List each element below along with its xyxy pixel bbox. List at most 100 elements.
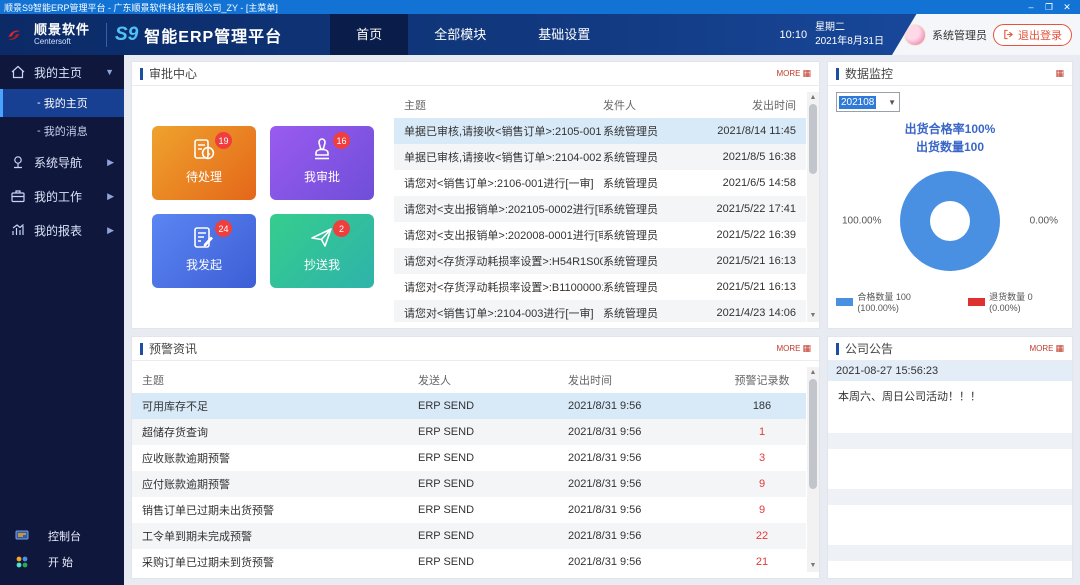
briefcase-icon xyxy=(10,188,26,204)
shipment-qty-headline: 出货数量100 xyxy=(836,138,1064,156)
approval-panel-header: 审批中心 MORE ▦ xyxy=(132,62,819,86)
scroll-up-icon[interactable]: ▲ xyxy=(810,92,817,104)
console-button[interactable]: 控制台 xyxy=(0,523,124,549)
panel-accent-bar xyxy=(140,343,143,355)
monitor-panel-title: 数据监控 xyxy=(845,65,893,82)
table-row[interactable]: 应付账款逾期预警 ERP SEND 2021/8/31 9:56 9 xyxy=(132,471,806,497)
approval-tiles: 19 待处理 16 我审批 xyxy=(132,86,394,328)
table-row[interactable]: 请您对<支出报销单>:202105-0002进行[审核] 系统管理员 2021/… xyxy=(394,196,806,222)
sidebar-group-my-home[interactable]: 我的主页 ▼ xyxy=(0,55,124,89)
scrollbar-thumb[interactable] xyxy=(809,379,817,489)
empty-row xyxy=(828,449,1072,489)
sidebar-group-my-work[interactable]: 我的工作 ▶ xyxy=(0,179,124,213)
start-grid-icon xyxy=(14,554,30,570)
approval-scrollbar[interactable]: ▲ ▼ xyxy=(807,92,819,322)
tile-initiated-by-me[interactable]: 24 我发起 xyxy=(152,214,256,288)
table-row[interactable]: 单据已审核,请接收<销售订单>:2105-001 系统管理员 2021/8/14… xyxy=(394,118,806,144)
period-value: 202108 xyxy=(839,96,876,109)
donut-chart: 100.00% 0.00% xyxy=(836,162,1064,280)
alerts-panel-title: 预警资讯 xyxy=(149,340,197,357)
document-edit-icon xyxy=(191,225,217,251)
clock-time: 10:10 xyxy=(780,29,808,41)
tab-all-modules[interactable]: 全部模块 xyxy=(408,14,512,55)
pending-count-badge: 19 xyxy=(215,132,232,149)
initiated-count-badge: 24 xyxy=(215,220,232,237)
my-approvals-count-badge: 16 xyxy=(333,132,350,149)
monitor-more-button[interactable]: ▦ xyxy=(1055,68,1064,79)
table-row[interactable]: 单据已审核,请接收<销售订单>:2104-002 系统管理员 2021/8/5 … xyxy=(394,144,806,170)
header-divider xyxy=(106,23,107,47)
app-header: 顺景软件 Centersoft S9 智能ERP管理平台 首页 全部模块 基础设… xyxy=(0,14,1080,55)
alerts-more-button[interactable]: MORE ▦ xyxy=(776,343,811,354)
main-content: 审批中心 MORE ▦ 19 待处理 xyxy=(124,55,1080,585)
sidebar-group-my-reports[interactable]: 我的报表 ▶ xyxy=(0,213,124,247)
announcement-more-button[interactable]: MORE ▦ xyxy=(1029,343,1064,354)
tile-my-approvals[interactable]: 16 我审批 xyxy=(270,126,374,200)
legend-item-qualified: 合格数量 100 (100.00%) xyxy=(836,290,952,313)
approval-table-rows: 单据已审核,请接收<销售订单>:2105-001 系统管理员 2021/8/14… xyxy=(394,118,806,322)
announcement-panel-header: 公司公告 MORE ▦ xyxy=(828,337,1072,361)
sidebar-item-my-home[interactable]: - 我的主页 xyxy=(0,89,124,117)
alert-count: 186 xyxy=(718,400,806,412)
table-row[interactable]: 请您对<销售订单>:2106-001进行[一审] 系统管理员 2021/6/5 … xyxy=(394,170,806,196)
app-title: 智能ERP管理平台 xyxy=(144,23,282,47)
logout-button[interactable]: 退出登录 xyxy=(993,24,1072,46)
logout-icon xyxy=(1003,29,1014,40)
announcement-content: 本周六、周日公司活动！！！ xyxy=(828,381,1072,433)
s9-logo: S9 xyxy=(115,24,138,46)
weekday-label: 星期二 xyxy=(815,21,884,35)
table-row[interactable]: 请您对<存货浮动耗损率设置>:H54R1S006002进行[审核] 系统管理员 … xyxy=(394,248,806,274)
main-nav-tabs: 首页 全部模块 基础设置 xyxy=(330,14,616,55)
table-row[interactable]: 请您对<销售订单>:2104-003进行[一审] 系统管理员 2021/4/23… xyxy=(394,300,806,322)
legend-swatch xyxy=(968,298,985,306)
announcement-date[interactable]: 2021-08-27 15:56:23 xyxy=(828,361,1072,381)
table-row[interactable]: 工令单到期未完成预警 ERP SEND 2021/8/31 9:56 22 xyxy=(132,523,806,549)
clipboard-clock-icon xyxy=(191,137,217,163)
alerts-scrollbar[interactable]: ▲ ▼ xyxy=(807,367,819,572)
approval-panel-title: 审批中心 xyxy=(149,65,197,82)
tile-pending[interactable]: 19 待处理 xyxy=(152,126,256,200)
chevron-right-icon: ▶ xyxy=(107,191,114,202)
table-row[interactable]: 可用库存不足 ERP SEND 2021/8/31 9:56 186 xyxy=(132,393,806,419)
console-icon xyxy=(14,528,30,544)
alerts-panel-header: 预警资讯 MORE ▦ xyxy=(132,337,819,361)
tile-label: 抄送我 xyxy=(304,256,340,273)
close-button[interactable]: ✕ xyxy=(1058,0,1076,14)
maximize-button[interactable]: ❐ xyxy=(1040,0,1058,14)
approval-more-button[interactable]: MORE ▦ xyxy=(776,68,811,79)
tab-home[interactable]: 首页 xyxy=(330,14,408,55)
legend-item-returned: 退货数量 0 (0.00%) xyxy=(968,290,1064,313)
tab-basic-settings[interactable]: 基础设置 xyxy=(512,14,616,55)
table-row[interactable]: 采购订单已过期未到货预警 ERP SEND 2021/8/31 9:56 21 xyxy=(132,549,806,572)
alert-count: 3 xyxy=(718,452,806,464)
table-row[interactable]: 销售订单已过期未出货预警 ERP SEND 2021/8/31 9:56 9 xyxy=(132,497,806,523)
scroll-up-icon[interactable]: ▲ xyxy=(810,367,817,379)
alert-count: 21 xyxy=(718,556,806,568)
scroll-down-icon[interactable]: ▼ xyxy=(810,560,817,572)
data-monitor-panel: 数据监控 ▦ 202108 ▼ 出货合格率100% 出货数量100 100.00… xyxy=(827,61,1073,329)
window-title: 顺景S9智能ERP管理平台 - 广东顺景软件科技有限公司_ZY - [主菜单] xyxy=(4,1,1022,14)
sidebar-item-my-messages[interactable]: - 我的消息 xyxy=(0,117,124,145)
period-select[interactable]: 202108 ▼ xyxy=(836,92,900,112)
chevron-down-icon: ▼ xyxy=(888,98,896,107)
more-grid-icon: ▦ xyxy=(1055,68,1064,79)
cc-count-badge: 2 xyxy=(333,220,350,237)
start-button[interactable]: 开 始 xyxy=(0,549,124,575)
user-avatar[interactable] xyxy=(904,24,926,46)
minimize-button[interactable]: – xyxy=(1022,0,1040,14)
tile-label: 待处理 xyxy=(186,168,222,185)
brand-name-en: Centersoft xyxy=(34,38,90,46)
alert-count: 22 xyxy=(718,530,806,542)
pass-rate-headline: 出货合格率100% xyxy=(836,120,1064,138)
sidebar-group-system-nav[interactable]: 系统导航 ▶ xyxy=(0,145,124,179)
tile-cc-to-me[interactable]: 2 抄送我 xyxy=(270,214,374,288)
table-row[interactable]: 应收账款逾期预警 ERP SEND 2021/8/31 9:56 3 xyxy=(132,445,806,471)
alerts-table: 主题 发送人 发出时间 预警记录数 可用库存不足 ERP SEND 2021/8… xyxy=(132,367,819,572)
scrollbar-thumb[interactable] xyxy=(809,104,817,174)
user-name: 系统管理员 xyxy=(932,27,987,43)
scroll-down-icon[interactable]: ▼ xyxy=(810,310,817,322)
table-row[interactable]: 请您对<支出报销单>:202008-0001进行[审核] 系统管理员 2021/… xyxy=(394,222,806,248)
donut-right-label: 0.00% xyxy=(1030,216,1058,227)
table-row[interactable]: 超储存货查询 ERP SEND 2021/8/31 9:56 1 xyxy=(132,419,806,445)
table-row[interactable]: 请您对<存货浮动耗损率设置>:B11000001进行[审核] 系统管理员 202… xyxy=(394,274,806,300)
